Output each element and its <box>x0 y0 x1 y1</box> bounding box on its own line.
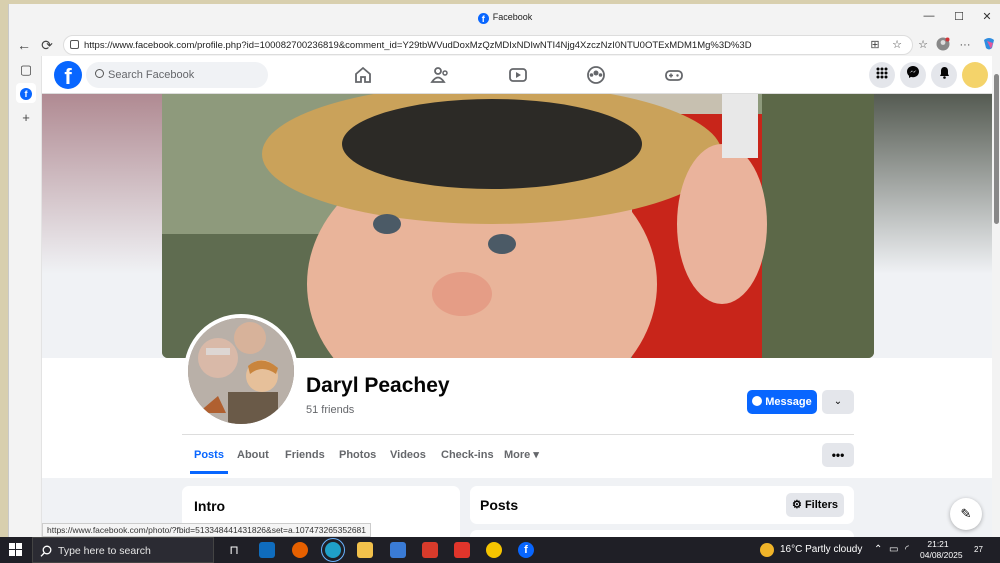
scrollbar-thumb[interactable] <box>994 74 999 224</box>
notifications-button[interactable] <box>931 62 957 88</box>
search-icon <box>95 69 104 78</box>
search-icon <box>40 545 52 557</box>
url-text[interactable]: https://www.facebook.com/profile.php?id=… <box>84 40 752 51</box>
title-bar: f Facebook — ☐ ✕ <box>9 4 1000 34</box>
collections-icon[interactable]: ☆ <box>915 37 931 53</box>
gaming-icon[interactable] <box>664 65 684 85</box>
site-info-icon[interactable] <box>70 40 79 49</box>
taskbar-search-input[interactable]: Type here to search <box>32 537 214 563</box>
app-yellow-icon[interactable] <box>486 542 502 558</box>
facebook-app-icon[interactable]: f <box>518 542 534 558</box>
weather-icon <box>760 543 774 557</box>
filters-button[interactable]: ⚙ Filters <box>786 493 844 517</box>
facebook-logo[interactable]: f <box>54 61 82 89</box>
clock-date: 04/08/2025 <box>920 550 963 560</box>
edge-icon[interactable] <box>321 538 345 562</box>
search-input[interactable]: Search Facebook <box>86 62 268 88</box>
filters-icon: ⚙ <box>792 499 805 511</box>
compose-message-button[interactable]: ✎ <box>950 498 982 530</box>
address-bar[interactable]: https://www.facebook.com/profile.php?id=… <box>63 35 913 55</box>
messenger-icon <box>907 66 919 78</box>
home-icon[interactable] <box>353 65 373 85</box>
facebook-tab-icon[interactable]: f <box>16 83 36 103</box>
more-options-dropdown[interactable]: ⌄ <box>822 390 854 414</box>
facebook-top-nav: f Search Facebook <box>42 56 992 94</box>
window-title-text: Facebook <box>492 12 533 22</box>
firefox-icon[interactable] <box>292 542 308 558</box>
intro-title: Intro <box>194 498 226 514</box>
back-button[interactable]: ← <box>15 36 33 54</box>
minimize-button[interactable]: — <box>919 10 939 26</box>
maximize-button[interactable]: ☐ <box>949 10 969 26</box>
tab-friends[interactable]: Friends <box>281 436 329 474</box>
copilot-icon[interactable] <box>981 37 997 53</box>
tab-about[interactable]: About <box>233 436 273 474</box>
search-placeholder: Search Facebook <box>108 69 195 81</box>
posts-title: Posts <box>480 497 519 513</box>
tab-check-ins[interactable]: Check-ins <box>437 436 498 474</box>
profile-tabs: Posts About Friends Photos Videos Check-… <box>182 436 854 476</box>
new-tab-icon[interactable]: + <box>16 108 36 128</box>
address-bar-row: ← ⟳ https://www.facebook.com/profile.php… <box>9 34 1000 56</box>
message-button-label: Message <box>765 396 812 408</box>
tray-chevron-icon[interactable]: ⌃ <box>874 544 882 555</box>
windows-taskbar: Type here to search ⊓ f 16°C Partly clou… <box>0 537 1000 563</box>
vertical-tab-bar: ▢ f + <box>9 56 42 537</box>
facebook-page: Daryl Peachey 51 friends Message ⌄ Posts… <box>42 56 992 537</box>
tab-actions-icon[interactable]: ▢ <box>16 60 36 80</box>
settings-menu-button[interactable]: ··· <box>957 37 973 53</box>
app-power-icon[interactable] <box>454 542 470 558</box>
page-scrollbar[interactable] <box>992 56 1000 537</box>
post-card <box>470 530 854 537</box>
tab-videos[interactable]: Videos <box>386 436 430 474</box>
cover-photo-image <box>162 94 874 358</box>
clock-time: 21:21 <box>927 539 949 549</box>
bell-icon <box>939 67 949 79</box>
message-button[interactable]: Message <box>747 390 817 414</box>
status-bar-url: https://www.facebook.com/photo/?fbid=513… <box>42 523 372 537</box>
watch-icon[interactable] <box>508 65 528 85</box>
messenger-small-icon <box>752 396 763 406</box>
notifications-badge[interactable]: 27 <box>974 545 983 554</box>
weather-text[interactable]: 16°C Partly cloudy <box>780 544 862 555</box>
profile-name: Daryl Peachey <box>306 374 450 397</box>
profile-icon[interactable] <box>935 37 951 53</box>
file-explorer-icon[interactable] <box>357 542 373 558</box>
taskbar-clock[interactable]: 21:21 04/08/2025 <box>920 539 963 561</box>
window-title: f Facebook <box>9 12 1000 24</box>
cover-backdrop-right <box>874 94 992 274</box>
tab-photos[interactable]: Photos <box>335 436 380 474</box>
browser-window: f Facebook — ☐ ✕ ← ⟳ https://www.facebook… <box>8 4 1000 537</box>
profile-divider <box>182 434 854 435</box>
facebook-favicon-icon: f <box>477 13 489 24</box>
cover-backdrop-left <box>42 94 162 274</box>
friends-icon[interactable] <box>430 65 450 85</box>
close-button[interactable]: ✕ <box>977 10 997 26</box>
favorite-star-icon[interactable]: ☆ <box>889 37 905 53</box>
friends-count[interactable]: 51 friends <box>306 404 354 416</box>
filters-label: Filters <box>804 499 838 511</box>
task-view-icon[interactable]: ⊓ <box>226 542 242 558</box>
microsoft-store-icon[interactable] <box>390 542 406 558</box>
profile-avatar[interactable] <box>184 314 298 428</box>
app-available-icon[interactable]: ⊞ <box>867 37 883 53</box>
profile-more-actions-button[interactable]: ••• <box>822 443 854 467</box>
menu-grid-icon[interactable] <box>869 62 895 88</box>
refresh-button[interactable]: ⟳ <box>38 36 56 54</box>
battery-icon[interactable]: ▭ <box>889 544 898 555</box>
tab-posts[interactable]: Posts <box>190 436 228 474</box>
posts-card: Posts ⚙ Filters <box>470 486 854 524</box>
tab-more[interactable]: More ▾ <box>500 436 543 474</box>
groups-icon[interactable] <box>586 65 606 85</box>
cover-photo[interactable] <box>162 94 874 358</box>
windows-start-icon[interactable] <box>9 543 22 556</box>
grid-icon <box>876 67 888 79</box>
network-icon[interactable]: ◜ <box>905 544 909 555</box>
outlook-icon[interactable] <box>259 542 275 558</box>
avatar-image <box>188 318 294 424</box>
app-red-icon[interactable] <box>422 542 438 558</box>
taskbar-search-placeholder: Type here to search <box>58 545 151 557</box>
messenger-button[interactable] <box>900 62 926 88</box>
account-avatar[interactable] <box>962 62 988 88</box>
